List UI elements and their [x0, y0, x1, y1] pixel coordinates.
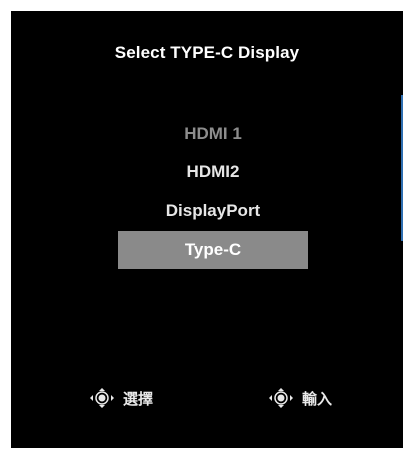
- select-hint-label: 選擇: [123, 390, 154, 408]
- joystick-icon: [90, 388, 114, 408]
- scroll-indicator: [401, 95, 403, 241]
- enter-hint-label: 輸入: [302, 390, 333, 408]
- select-hint: 選擇: [89, 385, 153, 411]
- enter-hint: 輸入: [268, 385, 332, 411]
- osd-panel: Select TYPE-C Display HDMI 1 HDMI2 Displ…: [11, 11, 403, 448]
- menu-item-hdmi1[interactable]: HDMI 1: [118, 115, 308, 153]
- joystick-icon: [269, 388, 293, 408]
- osd-title: Select TYPE-C Display: [114, 43, 300, 62]
- menu-item-type-c[interactable]: Type-C: [118, 231, 308, 269]
- menu-item-displayport[interactable]: DisplayPort: [118, 192, 308, 230]
- menu-item-hdmi2[interactable]: HDMI2: [118, 153, 308, 191]
